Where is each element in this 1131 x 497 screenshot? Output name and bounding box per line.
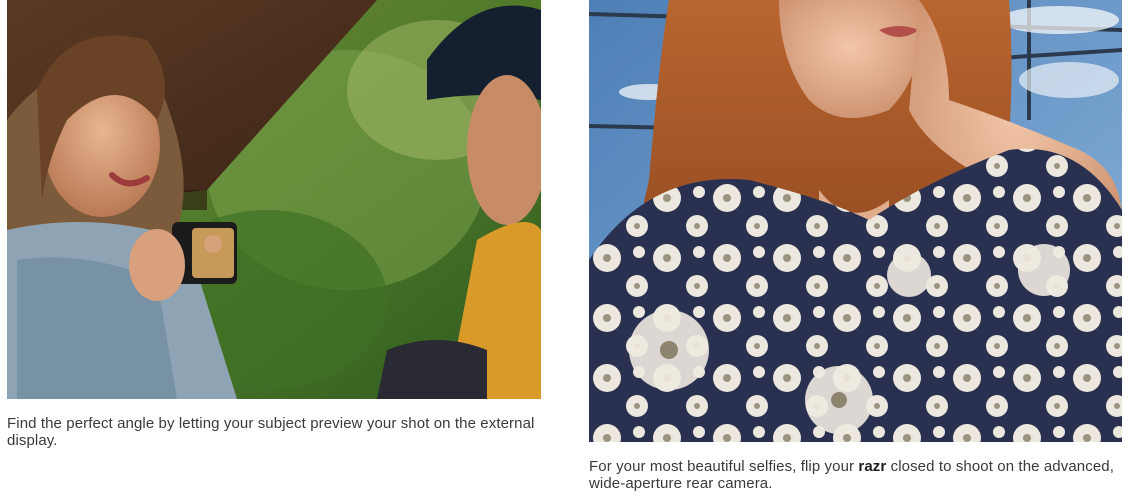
razr-brand-text: razr xyxy=(858,458,887,475)
feature-card-external-display: Find the perfect angle by letting your s… xyxy=(7,0,541,449)
external-display-photo xyxy=(7,0,541,399)
feature-card-selfie: For your most beautiful selfies, flip yo… xyxy=(589,0,1122,492)
selfie-caption: For your most beautiful selfies, flip yo… xyxy=(589,458,1122,492)
selfie-photo xyxy=(589,0,1122,442)
external-display-caption: Find the perfect angle by letting your s… xyxy=(7,415,535,449)
selfie-caption-text-before: For your most beautiful selfies, flip yo… xyxy=(589,458,859,475)
